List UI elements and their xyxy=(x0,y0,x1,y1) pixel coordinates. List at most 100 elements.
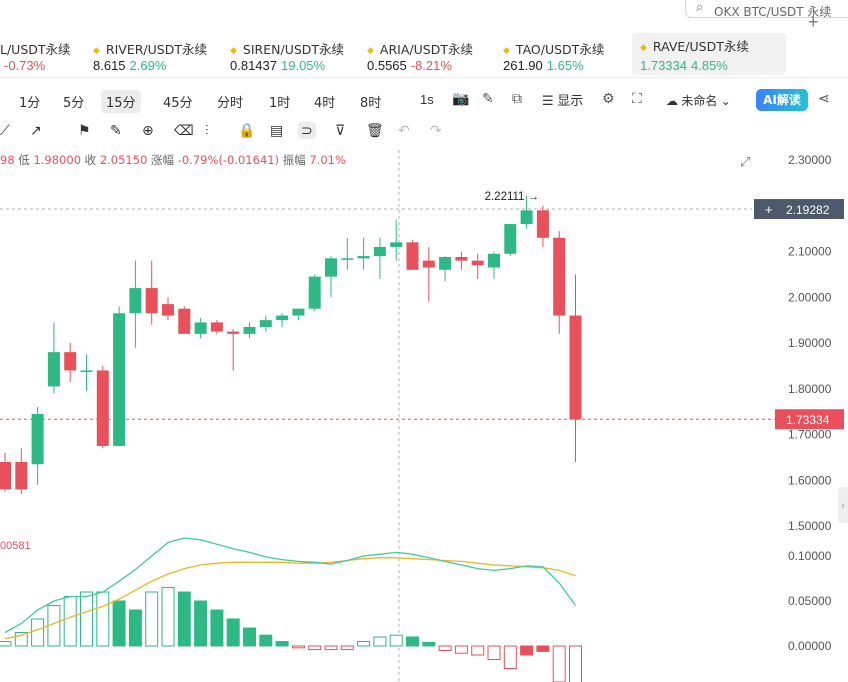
side-panel-toggle[interactable]: › xyxy=(838,487,848,523)
macd-histogram-bar xyxy=(340,645,354,651)
candle-body xyxy=(210,322,223,332)
flag-tool-icon[interactable]: ⚑ xyxy=(78,122,91,139)
candle-body xyxy=(194,322,207,334)
display-button[interactable]: ☰ 显示 xyxy=(542,90,583,109)
ticker-values: 8.615 2.69% xyxy=(93,58,170,73)
search-box[interactable]: ⌕ OKX BTC/USDT 永续 xyxy=(685,0,848,19)
candle-body xyxy=(471,260,484,266)
candle-body xyxy=(553,237,566,316)
top-bar: ⌕ OKX BTC/USDT 永续 xyxy=(0,0,848,30)
macd-tick-label: 0.00000 xyxy=(788,639,832,653)
pen-icon[interactable]: ✎ xyxy=(482,90,494,107)
magnet-icon[interactable]: ⊃ xyxy=(298,122,316,139)
ticker-name: ◆ ARIA/USDT永续 xyxy=(367,39,473,58)
coin-icon: ◆ xyxy=(230,46,237,56)
candle-body xyxy=(520,210,533,225)
price-tick-label: 1.80000 xyxy=(788,382,832,396)
ticker-change: 2.69% xyxy=(129,58,167,73)
delete-icon[interactable]: 🗑 xyxy=(366,122,384,139)
fullscreen-window-icon[interactable]: ⧉ xyxy=(512,90,522,107)
note-icon[interactable]: ▤ xyxy=(270,122,283,139)
camera-icon[interactable]: 📷 xyxy=(452,90,469,107)
interval-0[interactable]: 1分 xyxy=(14,90,45,113)
candle-body xyxy=(0,461,11,490)
macd-histogram-bar xyxy=(63,596,77,647)
macd-histogram-bar xyxy=(0,641,12,647)
candle-body xyxy=(422,260,435,268)
candle-body xyxy=(406,242,419,270)
ticker-tab[interactable]: ◆ RAVE/USDT永续 1.73334 4.85% xyxy=(632,33,786,75)
candle-body xyxy=(341,258,354,260)
macd-histogram-bar xyxy=(128,609,142,647)
ticker-symbol: ARIA/USDT永续 xyxy=(379,42,473,57)
ray-tool-icon[interactable]: ↗ xyxy=(30,122,42,139)
ai-button[interactable]: AI解读 xyxy=(756,89,808,111)
interval-3[interactable]: 45分 xyxy=(158,90,198,113)
interval-2[interactable]: 15分 xyxy=(101,90,141,113)
ticker-change: -0.73% xyxy=(4,58,46,73)
macd-histogram-bar xyxy=(487,645,501,660)
macd-histogram-bar xyxy=(96,591,110,647)
candle-body xyxy=(373,246,386,257)
interval-1[interactable]: 5分 xyxy=(58,90,89,113)
candle-body xyxy=(31,413,44,465)
settings-icon[interactable]: ⚙ xyxy=(602,90,615,107)
zoom-icon[interactable]: ⊕ xyxy=(142,122,154,139)
interval-5[interactable]: 1时 xyxy=(264,90,295,113)
realtime-label[interactable]: 1s xyxy=(420,92,434,107)
macd-histogram-bar xyxy=(243,627,256,647)
ticker-values: 1.73334 4.85% xyxy=(640,58,732,73)
amplitude-label: 振幅 xyxy=(282,153,306,167)
macd-histogram-bar xyxy=(177,591,191,647)
lock-icon[interactable]: 🔒 xyxy=(238,122,255,139)
ticker-values: -0.73% xyxy=(0,58,49,73)
macd-histogram-bar xyxy=(536,645,550,652)
candle-body xyxy=(47,352,60,387)
high-marker-label: 2.22111 → xyxy=(485,191,540,203)
ruler-icon[interactable]: ✎ xyxy=(110,122,122,139)
trend-tool-icon[interactable]: ⟋ xyxy=(0,122,10,139)
redo-icon[interactable]: ↷ xyxy=(430,122,442,139)
macd-histogram-bar xyxy=(226,618,240,647)
macd-histogram-bar xyxy=(454,645,468,654)
ticker-tab[interactable]: ◆ TAO/USDT永续 261.90 1.65% xyxy=(503,36,633,76)
interval-7[interactable]: 8时 xyxy=(355,90,386,113)
macd-readout: 00581 xyxy=(0,540,31,552)
interval-4[interactable]: 分时 xyxy=(212,90,248,113)
candle-body xyxy=(113,313,126,446)
macd-histogram-bar xyxy=(80,591,93,647)
candle-body xyxy=(243,326,256,334)
macd-histogram-bar xyxy=(389,634,403,647)
ticker-tab[interactable]: ◆ ARIA/USDT永续 0.5565 -8.21% xyxy=(367,36,497,76)
price-chart[interactable]: 2.300002.200002.100002.000001.900001.800… xyxy=(0,146,848,682)
change-label: 涨幅 xyxy=(151,153,175,167)
macd-histogram-bar xyxy=(259,634,273,647)
ticker-tab[interactable]: ◆ SIREN/USDT永续 0.81437 19.05% xyxy=(230,36,360,76)
share-icon[interactable]: ⋖ xyxy=(818,90,830,107)
macd-histogram-bar xyxy=(569,645,582,682)
ohlc-prefix: 98 xyxy=(0,153,15,167)
low-value: 1.98000 xyxy=(33,153,82,167)
price-tick-label: 1.70000 xyxy=(788,428,832,442)
coin-icon: ◆ xyxy=(503,46,510,56)
macd-histogram-bar xyxy=(406,636,419,647)
eraser-icon[interactable]: ⌫ xyxy=(174,122,194,139)
undo-icon[interactable]: ↶ xyxy=(398,122,410,139)
expand-icon[interactable]: ⛶ xyxy=(632,90,642,107)
crosshair-plus-icon: + xyxy=(765,202,773,217)
chart-expand-icon[interactable]: ⤢ xyxy=(740,154,750,170)
price-tick-label: 2.00000 xyxy=(788,290,832,304)
add-tab-icon[interactable]: + xyxy=(808,12,819,33)
ticker-tab[interactable]: ◆ RIVER/USDT永续 8.615 2.69% xyxy=(93,36,223,76)
ticker-name: L/USDT永续 xyxy=(0,39,71,58)
ticker-name: ◆ TAO/USDT永续 xyxy=(503,39,604,58)
interval-6[interactable]: 4时 xyxy=(309,90,340,113)
candle-body xyxy=(536,210,549,238)
indicator-icon[interactable]: ⫶ xyxy=(205,122,209,139)
ticker-change: 1.65% xyxy=(546,58,584,73)
ticker-change: -8.21% xyxy=(410,58,452,73)
ticker-name: ◆ RAVE/USDT永续 xyxy=(640,36,749,55)
filter-icon[interactable]: ⊽ xyxy=(335,122,345,139)
template-select[interactable]: ☁ 未命名 ⌄ xyxy=(666,92,731,109)
macd-histogram-bar xyxy=(520,645,534,656)
